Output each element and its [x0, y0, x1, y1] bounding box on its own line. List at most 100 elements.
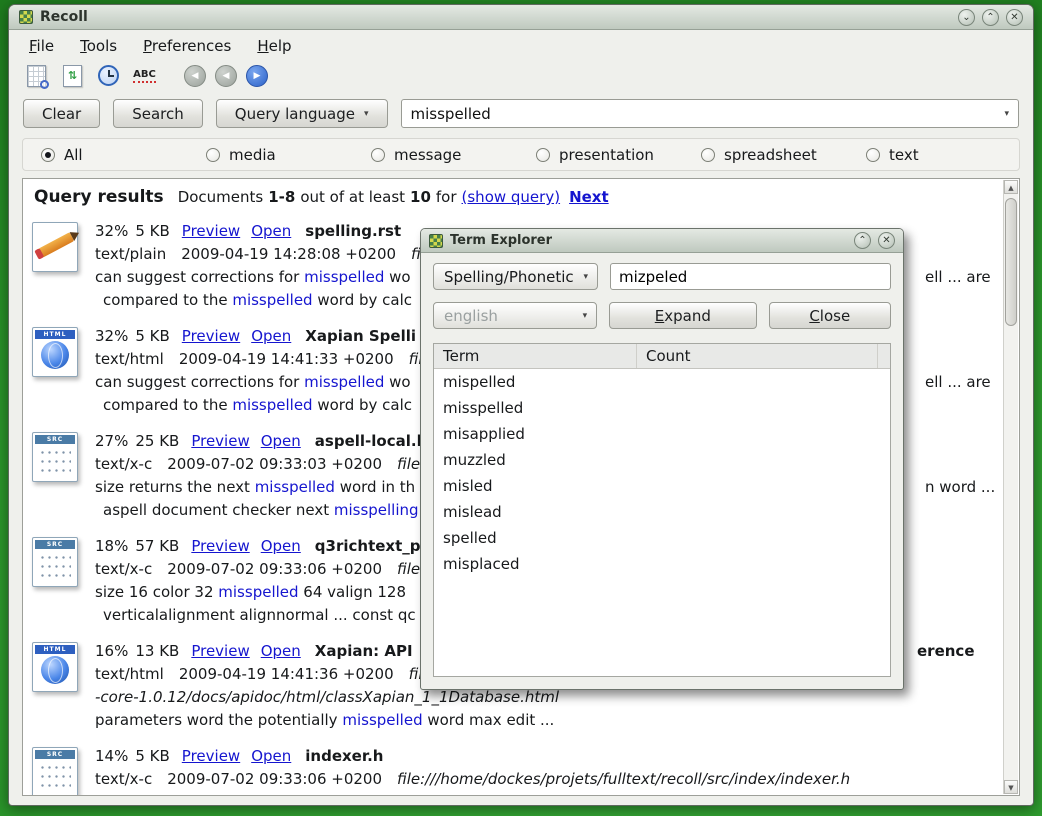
filter-spreadsheet[interactable]: spreadsheet — [701, 146, 866, 164]
term-input[interactable] — [610, 263, 891, 290]
scroll-down-arrow-icon[interactable]: ▼ — [1004, 780, 1018, 794]
window-minimize-button[interactable]: ⌄ — [958, 9, 975, 26]
radio-icon[interactable] — [371, 148, 385, 162]
preview-link[interactable]: Preview — [182, 222, 240, 240]
relevance: 18% — [95, 537, 128, 555]
save-query-button[interactable]: ⇅ — [59, 62, 86, 89]
prev-page-button[interactable]: ◀ — [215, 65, 237, 87]
radio-icon[interactable] — [536, 148, 550, 162]
term-explorer-button[interactable]: ABC — [131, 62, 158, 89]
result-filename-fragment: erence — [917, 640, 975, 663]
column-header-term[interactable]: Term — [434, 344, 637, 368]
term-row[interactable]: muzzled — [434, 447, 890, 473]
term-cell: mispelled — [443, 373, 515, 391]
highlighted-term: misspelled — [218, 583, 298, 601]
term-row[interactable]: mispelled — [434, 369, 890, 395]
menu-preferences[interactable]: Preferences — [143, 37, 231, 55]
term-row[interactable]: spelled — [434, 525, 890, 551]
document-icon-html[interactable]: HTML — [32, 642, 78, 692]
terms-table-header[interactable]: Term Count — [434, 344, 890, 369]
preview-link[interactable]: Preview — [191, 432, 249, 450]
dialog-shade-button[interactable]: ⌃ — [854, 232, 871, 249]
match-type-select[interactable]: Spelling/Phonetic▾ — [433, 263, 598, 290]
relevance: 27% — [95, 432, 128, 450]
open-link[interactable]: Open — [261, 432, 301, 450]
highlighted-term: misspelled — [304, 268, 384, 286]
menu-file[interactable]: File — [29, 37, 54, 55]
filter-media[interactable]: media — [206, 146, 371, 164]
toolbar: ⇅ ABC ◀ ◀ ▶ — [9, 60, 1033, 95]
result-filename: q3richtext_p — [315, 537, 421, 555]
snippet-text: can suggest corrections for — [95, 373, 304, 391]
menu-tools[interactable]: Tools — [80, 37, 117, 55]
next-page-button[interactable]: ▶ — [246, 65, 268, 87]
chevron-down-icon[interactable]: ▾ — [1004, 109, 1009, 119]
document-icon-source[interactable]: SRC — [32, 537, 78, 587]
radio-icon[interactable] — [866, 148, 880, 162]
doc-history-button[interactable] — [95, 62, 122, 89]
language-select[interactable]: english▾ — [433, 302, 597, 329]
result-filename: spelling.rst — [305, 222, 401, 240]
column-header-count[interactable]: Count — [637, 344, 878, 368]
date: 2009-04-19 14:41:33 +0200 — [179, 350, 394, 368]
filter-all[interactable]: All — [41, 146, 206, 164]
term-row[interactable]: mislead — [434, 499, 890, 525]
filter-text[interactable]: text — [866, 146, 1031, 164]
scrollbar-thumb[interactable] — [1005, 198, 1017, 326]
relevance: 32% — [95, 222, 128, 240]
mime-type: text/html — [95, 350, 164, 368]
first-page-button[interactable]: ◀ — [184, 65, 206, 87]
term-cell: muzzled — [443, 451, 506, 469]
open-link[interactable]: Open — [251, 747, 291, 765]
scroll-up-arrow-icon[interactable]: ▲ — [1004, 180, 1018, 194]
radio-icon[interactable] — [701, 148, 715, 162]
clear-button[interactable]: Clear — [23, 99, 100, 128]
menubar: File Tools Preferences Help — [9, 30, 1033, 60]
window-maximize-button[interactable]: ⌃ — [982, 9, 999, 26]
radio-selected-icon[interactable] — [41, 148, 55, 162]
document-icon-source[interactable]: SRC — [32, 432, 78, 482]
file-url: file — [397, 455, 420, 473]
filter-presentation[interactable]: presentation — [536, 146, 701, 164]
close-button[interactable]: Close — [769, 302, 892, 329]
radio-icon[interactable] — [206, 148, 220, 162]
open-link[interactable]: Open — [251, 222, 291, 240]
window-title: Recoll — [40, 9, 88, 25]
open-link[interactable]: Open — [261, 642, 301, 660]
term-cell: spelled — [443, 529, 497, 547]
code-dots-icon — [39, 763, 71, 790]
window-titlebar[interactable]: Recoll ⌄ ⌃ ✕ — [9, 5, 1033, 30]
clear-button-label: Clear — [42, 105, 81, 123]
html-badge: HTML — [35, 645, 75, 654]
expand-button[interactable]: Expand — [609, 302, 756, 329]
document-icon-html[interactable]: HTML — [32, 327, 78, 377]
term-row[interactable]: misplaced — [434, 551, 890, 577]
query-language-select[interactable]: Query language▾ — [216, 99, 388, 128]
preview-link[interactable]: Preview — [191, 642, 249, 660]
code-dots-icon — [39, 448, 71, 475]
file-url: -core-1.0.12/docs/apidoc/html/classXapia… — [95, 688, 559, 706]
next-page-link[interactable]: Next — [569, 188, 609, 206]
window-close-button[interactable]: ✕ — [1006, 9, 1023, 26]
term-row[interactable]: misled — [434, 473, 890, 499]
show-query-link[interactable]: (show query) — [462, 188, 561, 206]
search-button[interactable]: Search — [113, 99, 203, 128]
term-row[interactable]: misspelled — [434, 395, 890, 421]
preview-link[interactable]: Preview — [182, 747, 240, 765]
filter-message[interactable]: message — [371, 146, 536, 164]
term-row[interactable]: misapplied — [434, 421, 890, 447]
open-link[interactable]: Open — [261, 537, 301, 555]
preview-link[interactable]: Preview — [191, 537, 249, 555]
document-icon-pencil[interactable] — [32, 222, 78, 272]
results-scrollbar[interactable]: ▲ ▼ — [1003, 180, 1018, 794]
dialog-close-button[interactable]: ✕ — [878, 232, 895, 249]
dialog-titlebar[interactable]: Term Explorer ⌃ ✕ — [421, 229, 903, 253]
open-link[interactable]: Open — [251, 327, 291, 345]
preview-link[interactable]: Preview — [182, 327, 240, 345]
menu-help[interactable]: Help — [257, 37, 291, 55]
document-icon-source[interactable]: SRC — [32, 747, 78, 796]
search-input[interactable] — [411, 105, 996, 123]
search-combobox[interactable]: ▾ — [401, 99, 1019, 128]
erase-search-button[interactable] — [23, 62, 50, 89]
result-filename: aspell-local.l — [315, 432, 422, 450]
